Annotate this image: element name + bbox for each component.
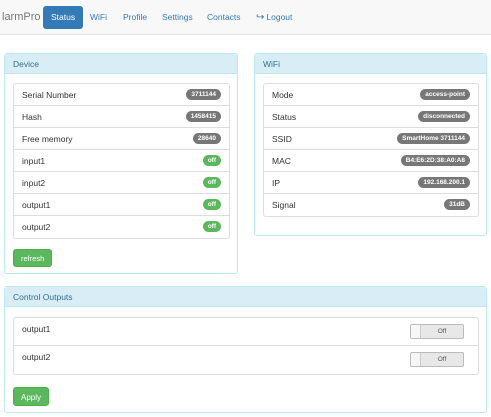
wifi-row-ip: IP 192.168.200.1: [264, 172, 478, 194]
wifi-list: Mode access-point Status disconnected SSID…: [263, 83, 479, 217]
row-label: Free memory: [22, 134, 73, 144]
wifi-row-status: Status disconnected: [264, 106, 478, 128]
toggle-knob: [411, 353, 421, 366]
refresh-button[interactable]: refresh: [13, 249, 53, 267]
row-label: input2: [22, 178, 46, 188]
row-label: output2: [22, 222, 51, 232]
control-outputs-list: output1 Off output2 Off: [13, 317, 479, 375]
row-label: Serial Number: [22, 90, 77, 100]
wifi-row-signal: Signal 31dB: [264, 194, 478, 216]
row-label: Signal: [272, 200, 296, 210]
nav-logout[interactable]: ↪ Logout: [248, 6, 300, 29]
device-row-output2: output2 off: [14, 216, 229, 238]
logout-label: Logout: [266, 12, 293, 22]
row-label: output2: [22, 352, 51, 362]
row-label: MAC: [272, 156, 291, 166]
logout-icon: ↪: [256, 12, 265, 23]
wifi-row-mac: MAC B4:E6:2D:38:A0:A8: [264, 150, 478, 172]
device-panel: Device Serial Number 3711144 Hash 1458415 …: [4, 53, 238, 274]
brand-title[interactable]: larmPro: [2, 11, 41, 23]
apply-button[interactable]: Apply: [13, 387, 50, 406]
nav-settings[interactable]: Settings: [154, 6, 201, 29]
device-list: Serial Number 3711144 Hash 1458415 Free me…: [13, 83, 230, 239]
device-row-serial: Serial Number 3711144: [14, 84, 229, 106]
input1-badge: off: [202, 155, 221, 166]
mode-badge: access-point: [420, 89, 470, 100]
ssid-badge: SmartHome 3711144: [397, 133, 470, 144]
wifi-row-mode: Mode access-point: [264, 84, 478, 106]
nav-status[interactable]: Status: [43, 6, 84, 29]
row-label: Hash: [22, 112, 42, 122]
row-label: Mode: [272, 90, 294, 100]
output1-toggle[interactable]: Off: [410, 324, 464, 339]
nav-contacts[interactable]: Contacts: [199, 6, 249, 29]
wifi-row-ssid: SSID SmartHome 3711144: [264, 128, 478, 150]
output1-badge: off: [202, 199, 221, 210]
serial-badge: 3711144: [186, 89, 221, 100]
input2-badge: off: [202, 177, 221, 188]
hash-badge: 1458415: [185, 111, 221, 122]
navbar: larmPro Status WiFi Profile Settings Con…: [0, 0, 491, 35]
control-row-output1: output1 Off: [14, 318, 478, 346]
device-row-hash: Hash 1458415: [14, 106, 229, 128]
ip-badge: 192.168.200.1: [418, 177, 470, 188]
toggle-knob: [411, 325, 421, 338]
control-outputs-panel: Control Outputs output1 Off output2 Off …: [4, 286, 487, 413]
signal-badge: 31dB: [444, 199, 470, 210]
row-label: Status: [272, 112, 297, 122]
device-row-memory: Free memory 28640: [14, 128, 229, 150]
device-panel-title: Device: [5, 54, 237, 74]
memory-badge: 28640: [192, 133, 221, 144]
toggle-state: Off: [437, 328, 447, 335]
row-label: output1: [22, 324, 51, 334]
status-badge: disconnected: [418, 111, 470, 122]
control-row-output2: output2 Off: [14, 346, 478, 374]
nav-wifi[interactable]: WiFi: [82, 6, 115, 29]
row-label: IP: [272, 178, 281, 188]
wifi-panel: WiFi Mode access-point Status disconnected…: [254, 53, 487, 236]
row-label: SSID: [272, 134, 292, 144]
nav-profile[interactable]: Profile: [115, 6, 155, 29]
control-outputs-title: Control Outputs: [5, 287, 486, 307]
device-row-input1: input1 off: [14, 150, 229, 172]
device-row-output1: output1 off: [14, 194, 229, 216]
row-label: input1: [22, 156, 46, 166]
mac-badge: B4:E6:2D:38:A0:A8: [400, 155, 470, 166]
output2-toggle[interactable]: Off: [410, 352, 464, 367]
device-row-input2: input2 off: [14, 172, 229, 194]
output2-badge: off: [202, 221, 221, 232]
wifi-panel-title: WiFi: [255, 54, 486, 74]
row-label: output1: [22, 200, 51, 210]
toggle-state: Off: [437, 356, 447, 363]
